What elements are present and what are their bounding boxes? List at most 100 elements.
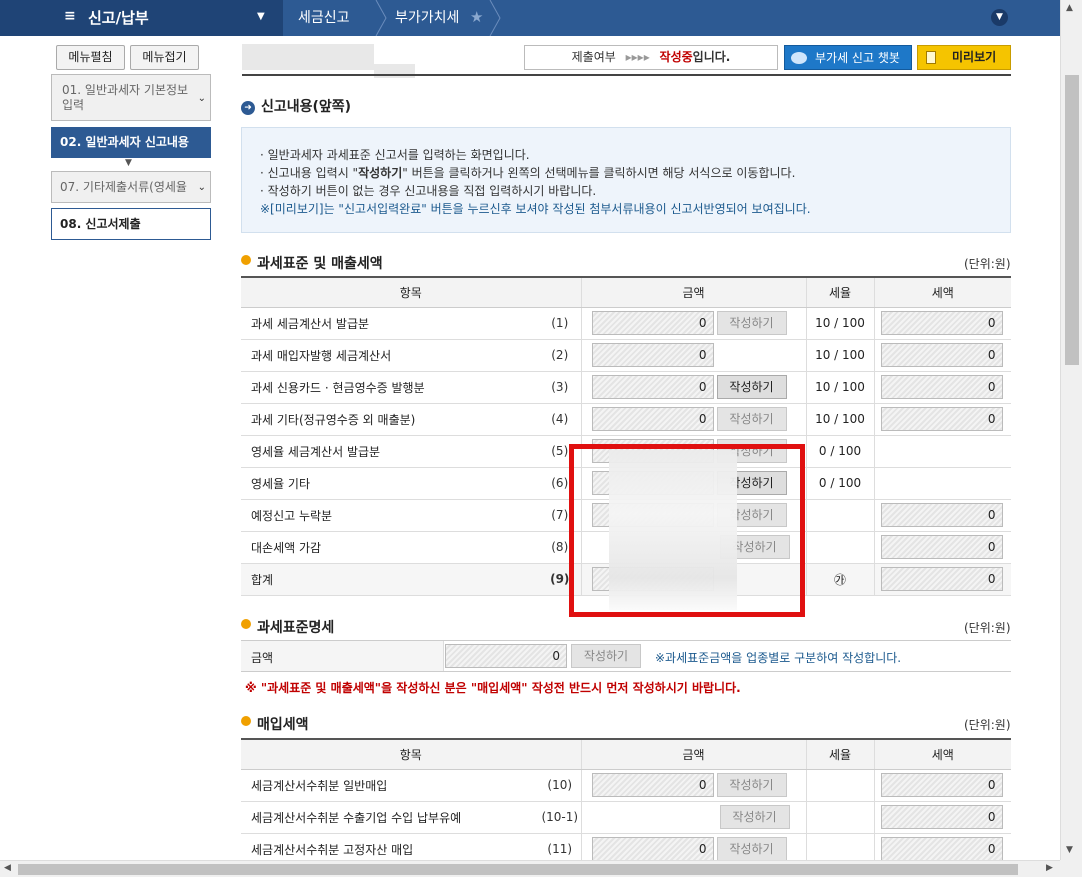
- amount-input[interactable]: 0: [591, 773, 714, 797]
- scroll-left-icon[interactable]: ◀: [4, 863, 11, 873]
- tax-rate: 10 / 100: [805, 403, 874, 436]
- vat-chatbot-button[interactable]: 부가세 신고 챗봇: [784, 45, 912, 70]
- scrollbar-thumb[interactable]: [1065, 75, 1079, 365]
- write-button[interactable]: 작성하기: [716, 837, 787, 861]
- preview-button[interactable]: 미리보기: [917, 45, 1011, 70]
- chevron-down-icon: ⌄: [197, 93, 206, 104]
- menu-expand-button[interactable]: 메뉴펼침: [56, 45, 125, 70]
- tax-base-note: ※과세표준금액을 업종별로 구분하여 작성합니다.: [655, 651, 902, 665]
- tax-input[interactable]: 0: [880, 343, 1003, 367]
- tax-input[interactable]: 0: [880, 375, 1003, 399]
- status-suffix: 입니다.: [692, 50, 731, 64]
- sidebar-item-report-content[interactable]: 02. 일반과세자 신고내용: [51, 127, 211, 158]
- table-row: 과세 기타(정규영수증 외 매출분) (4) 0 작성하기 10 / 100 0: [241, 403, 1011, 436]
- scroll-right-icon[interactable]: ▶: [1046, 863, 1053, 873]
- redacted-name: [242, 44, 374, 70]
- page-title-text: 신고내용(앞쪽): [261, 99, 352, 115]
- favorite-star-icon[interactable]: ★: [470, 8, 483, 26]
- row-label: 세금계산서수취분 수출기업 수입 납부유예: [241, 801, 539, 834]
- write-button[interactable]: 작성하기: [716, 407, 787, 431]
- highlight-box: [569, 444, 805, 617]
- row-label: 영세율 세금계산서 발급분: [241, 435, 539, 468]
- row-number: (2): [539, 339, 581, 372]
- amount-input[interactable]: 0: [591, 343, 714, 367]
- row-label: 과세 매입자발행 세금계산서: [241, 339, 539, 372]
- tax-input[interactable]: 0: [880, 407, 1003, 431]
- amount-input[interactable]: 0: [591, 407, 714, 431]
- column-header: 금액: [580, 276, 806, 308]
- info-box: · 일반과세자 과세표준 신고서를 입력하는 화면입니다. · 신고내용 입력시…: [241, 127, 1011, 233]
- main-menu-toggle[interactable]: ≡ 신고/납부 ▼: [0, 0, 283, 36]
- header-divider: [242, 74, 1011, 76]
- breadcrumb-vat[interactable]: 부가가치세: [395, 0, 459, 36]
- menu-title: 신고/납부: [88, 9, 149, 27]
- document-icon: [926, 51, 936, 64]
- horizontal-scrollbar[interactable]: ◀ ▶: [0, 860, 1060, 877]
- table-row: 과세 매입자발행 세금계산서 (2) 0 10 / 100 0: [241, 339, 1011, 372]
- tax-input[interactable]: 0: [880, 535, 1003, 559]
- tax-input[interactable]: 0: [880, 311, 1003, 335]
- row-label: 대손세액 가감: [241, 531, 539, 564]
- unit-label: (단위:원): [964, 257, 1011, 271]
- table-row: 과세 세금계산서 발급분 (1) 0 작성하기 10 / 100 0: [241, 307, 1011, 340]
- tax-input[interactable]: 0: [880, 837, 1003, 861]
- tax-input[interactable]: 0: [880, 503, 1003, 527]
- info-note: ※[미리보기]는 "신고서입력완료" 버튼을 누르신후 보셔야 작성된 첨부서류…: [260, 202, 811, 216]
- write-button[interactable]: 작성하기: [719, 805, 790, 829]
- write-button[interactable]: 작성하기: [716, 773, 787, 797]
- row-number: (1): [539, 307, 581, 340]
- tax-rate: [805, 499, 874, 532]
- status-value: 작성중: [659, 50, 693, 64]
- sidebar-item-label: 02. 일반과세자 신고내용: [60, 135, 189, 149]
- table-row: 세금계산서수취분 수출기업 수입 납부유예 (10-1) 작성하기 0: [241, 801, 1011, 834]
- sidebar-item-other-documents[interactable]: 07. 기타제출서류(영세율 ⌄: [51, 171, 211, 203]
- scroll-down-icon[interactable]: ▼: [1066, 845, 1073, 855]
- row-label: 과세 신용카드 · 현금영수증 발행분: [241, 371, 539, 404]
- column-header: 세액: [873, 738, 1011, 770]
- tax-input[interactable]: 0: [880, 773, 1003, 797]
- breadcrumb-separator-icon: [375, 0, 387, 36]
- tax-rate: 10 / 100: [805, 371, 874, 404]
- breadcrumb-separator-icon: [489, 0, 501, 36]
- tax-input[interactable]: 0: [880, 567, 1003, 591]
- sidebar-item-label: 01. 일반과세자 기본정보입력: [62, 83, 189, 112]
- scrollbar-thumb[interactable]: [18, 864, 1018, 875]
- table-row: 세금계산서수취분 일반매입 (10) 0 작성하기 0: [241, 769, 1011, 802]
- tax-rate: ㉮: [805, 563, 874, 596]
- warning-text: ※ "과세표준 및 매출세액"을 작성하신 분은 "매입세액" 작성전 반드시 …: [245, 681, 741, 695]
- sidebar-item-label: 08. 신고서제출: [60, 217, 141, 231]
- chatbot-label: 부가세 신고 챗봇: [815, 51, 900, 65]
- row-label: 세금계산서수취분 일반매입: [241, 769, 539, 802]
- breadcrumb-tax-filing[interactable]: 세금신고: [298, 0, 350, 36]
- tax-input[interactable]: 0: [880, 805, 1003, 829]
- scroll-up-icon[interactable]: ▲: [1066, 3, 1073, 13]
- table-row: 과세 신용카드 · 현금영수증 발행분 (3) 0 작성하기 10 / 100 0: [241, 371, 1011, 404]
- scrollbar-corner: [1060, 860, 1082, 877]
- chevron-down-icon: ⌄: [197, 182, 206, 193]
- menu-collapse-button[interactable]: 메뉴접기: [130, 45, 199, 70]
- vertical-scrollbar[interactable]: ▲ ▼: [1060, 0, 1082, 860]
- column-header: 금액: [580, 738, 806, 770]
- row-label: 영세율 기타: [241, 467, 539, 500]
- amount-input[interactable]: 0: [445, 644, 567, 668]
- amount-input[interactable]: 0: [591, 311, 714, 335]
- write-button[interactable]: 작성하기: [571, 644, 641, 668]
- submission-status: 제출여부 ▸▸▸▸ 작성중입니다.: [524, 45, 778, 70]
- unit-label: (단위:원): [964, 621, 1011, 635]
- sidebar-item-basic-info[interactable]: 01. 일반과세자 기본정보입력 ⌄: [51, 74, 211, 121]
- top-navigation-bar: ≡ 신고/납부 ▼ 세금신고 부가가치세 ★ ▼: [0, 0, 1060, 36]
- write-button[interactable]: 작성하기: [716, 375, 787, 399]
- row-label: 합계: [241, 563, 539, 596]
- info-line: · 작성하기 버튼이 없는 경우 신고내용을 직접 입력하시기 바랍니다.: [260, 184, 597, 198]
- info-line: · 일반과세자 과세표준 신고서를 입력하는 화면입니다.: [260, 148, 530, 162]
- column-header: 세율: [805, 738, 874, 770]
- tax-base-grid: 금액 0 작성하기 ※과세표준금액을 업종별로 구분하여 작성합니다.: [241, 640, 1011, 672]
- sidebar-item-submit[interactable]: 08. 신고서제출: [51, 208, 211, 240]
- amount-input[interactable]: 0: [591, 375, 714, 399]
- amount-input[interactable]: 0: [591, 837, 714, 861]
- page-title: ➜ 신고내용(앞쪽): [241, 96, 351, 116]
- row-label: 과세 세금계산서 발급분: [241, 307, 539, 340]
- tax-rate: 10 / 100: [805, 339, 874, 372]
- chevron-down-icon[interactable]: ▼: [991, 9, 1008, 26]
- write-button[interactable]: 작성하기: [716, 311, 787, 335]
